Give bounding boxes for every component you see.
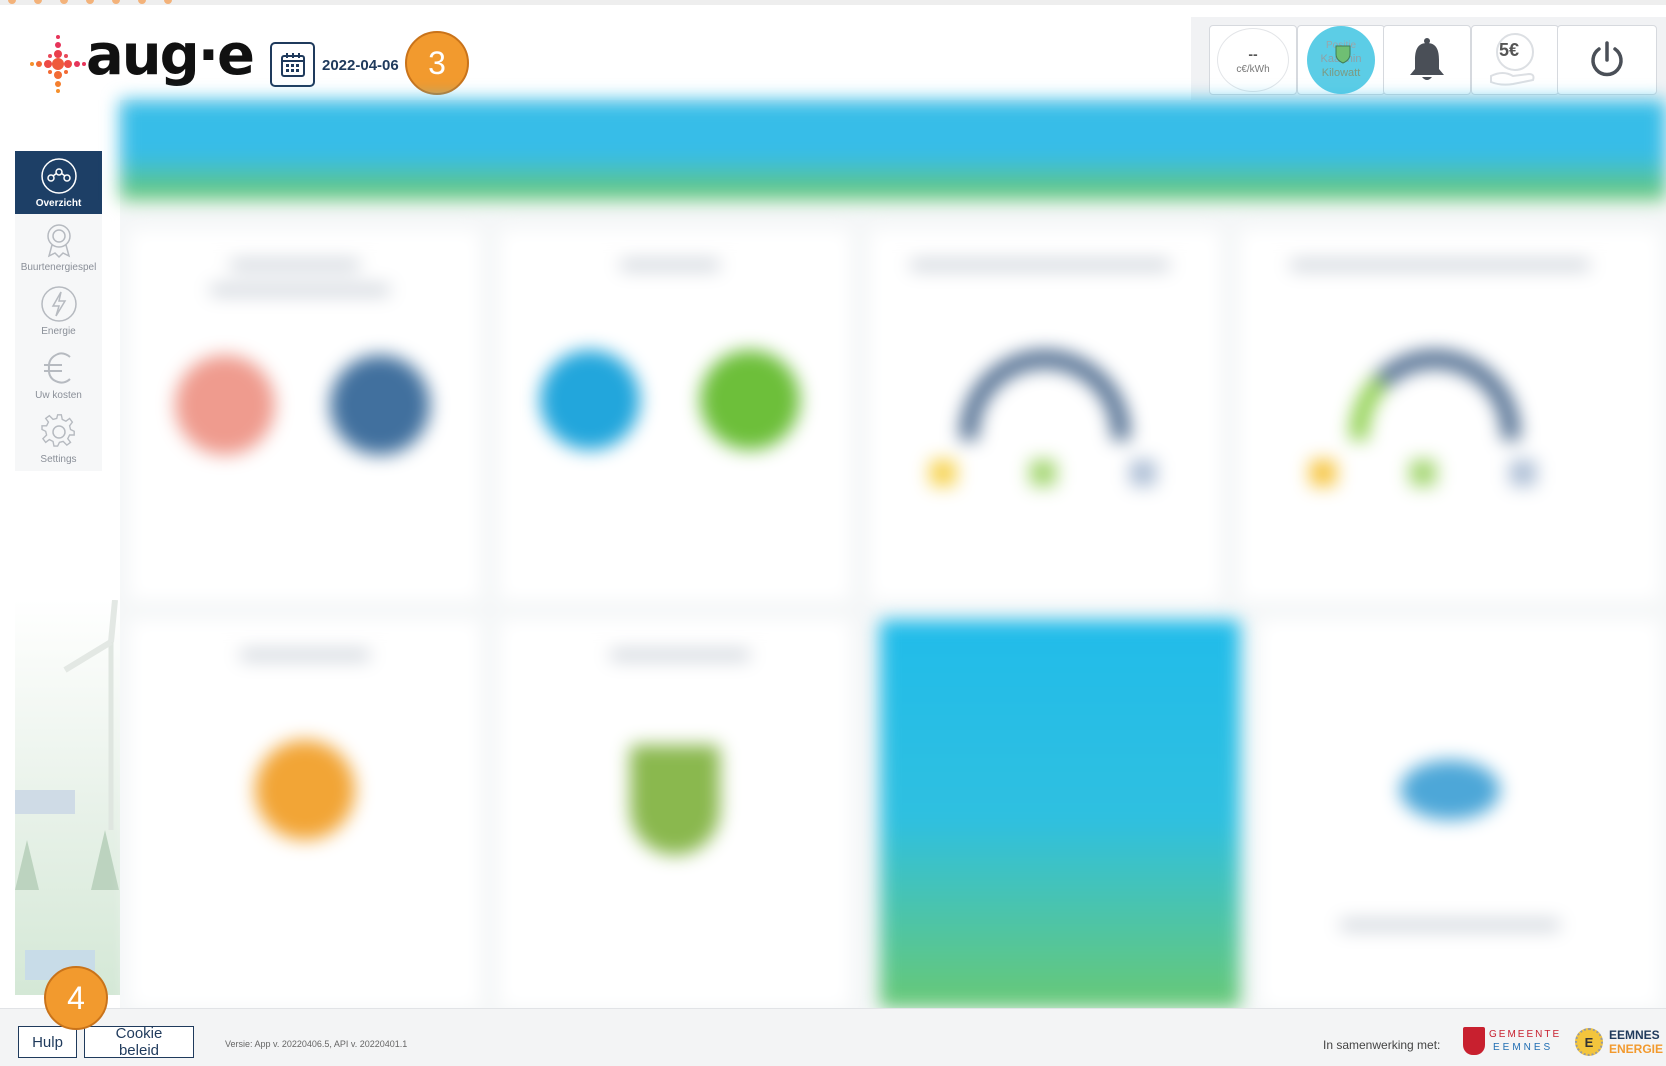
dashboard-card [1260, 620, 1660, 1008]
brand-logo[interactable]: aug·e [28, 23, 255, 97]
sidebar-item-buurtenergiespel[interactable]: Buurtenergiespel [15, 215, 102, 278]
version-info: Versie: App v. 20220406.5, API v. 202204… [225, 1039, 408, 1049]
header-actions: -- c€/kWh Positie Kaa-thin Kilowatt [1191, 17, 1666, 103]
notifications-button[interactable] [1383, 25, 1471, 95]
annotation-marker-3: 3 [405, 31, 469, 95]
euro-icon [40, 349, 78, 387]
sidebar-item-overzicht[interactable]: Overzicht [15, 151, 102, 214]
calendar-button[interactable] [270, 42, 315, 87]
gear-icon [40, 413, 78, 451]
app-root: aug·e 2022-04-06 -- c€/kWh Kilowatt 5€ 3… [0, 0, 1666, 1066]
dashboard-card [870, 230, 1220, 600]
header: aug·e 2022-04-06 -- c€/kWh Kilowatt 5€ [0, 5, 1666, 103]
calendar-icon [280, 52, 305, 77]
sidebar-item-label: Energie [41, 326, 76, 337]
dashboard-card [1240, 230, 1660, 600]
position-button[interactable]: Positie Kaa-thin Kilowatt [1297, 25, 1385, 95]
sidebar-item-uw-kosten[interactable]: Uw kosten [15, 343, 102, 406]
cost-indicator: 5€ [1485, 30, 1545, 90]
sidebar-item-label: Uw kosten [35, 390, 82, 401]
price-button[interactable]: -- c€/kWh [1209, 25, 1297, 95]
cost-value: 5€ [1499, 40, 1520, 60]
dashboard-card [500, 230, 850, 600]
eemnes-line2: ENERGIE [1609, 1042, 1664, 1056]
power-icon [1591, 41, 1623, 77]
coat-of-arms-icon [1463, 1027, 1485, 1055]
lightning-icon [40, 285, 78, 323]
top-strip-dots [8, 0, 172, 4]
selected-date: 2022-04-06 [322, 57, 399, 74]
position-badge: Positie Kaa-thin Kilowatt [1307, 26, 1375, 94]
brand-name: aug·e [86, 23, 255, 88]
brand-logo-mark [30, 35, 86, 93]
bell-icon [1410, 38, 1444, 80]
sidebar: Overzicht Buurtenergiespel Energie Uw ko… [15, 151, 102, 471]
shield-icon [1335, 45, 1351, 64]
overview-icon [40, 157, 78, 195]
logout-button[interactable] [1557, 25, 1657, 95]
dashboard-card [130, 620, 480, 1008]
gemeente-eemnes-logo[interactable]: GEMEENTE EEMNES [1463, 1025, 1559, 1061]
price-unit: c€/kWh [1236, 63, 1270, 75]
collaboration-label: In samenwerking met: [1323, 1038, 1441, 1052]
cookie-policy-button[interactable]: Cookie beleid [84, 1025, 194, 1059]
help-button[interactable]: Hulp [18, 1026, 77, 1058]
medal-icon [40, 221, 78, 259]
sidebar-item-settings[interactable]: Settings [15, 407, 102, 470]
landscape-illustration [15, 599, 120, 995]
sidebar-item-label: Settings [40, 454, 77, 465]
eemnes-energie-mark: E [1575, 1028, 1603, 1056]
eemnes-energie-logo[interactable]: E EEMNES ENERGIE [1573, 1025, 1666, 1061]
price-value: -- [1248, 45, 1258, 62]
sidebar-item-label: Overzicht [35, 198, 82, 209]
info-banner [120, 100, 1666, 200]
sidebar-item-energie[interactable]: Energie [15, 279, 102, 342]
eemnes-line1: EEMNES [1609, 1028, 1660, 1042]
dashboard-card [880, 620, 1240, 1008]
gemeente-line2: EEMNES [1493, 1042, 1554, 1053]
footer: Hulp Cookie beleid [0, 1008, 1666, 1066]
cost-button[interactable]: 5€ [1471, 25, 1559, 95]
sidebar-item-label: Buurtenergiespel [20, 262, 97, 273]
annotation-marker-4: 4 [44, 966, 108, 1030]
dashboard-area [120, 100, 1666, 1008]
dashboard-card [500, 620, 850, 1008]
dashboard-card [130, 230, 480, 600]
blurred-dashboard [120, 100, 1666, 1008]
position-team: Kilowatt [1321, 67, 1361, 79]
price-indicator: -- c€/kWh [1217, 28, 1289, 92]
gemeente-line1: GEMEENTE [1489, 1029, 1562, 1040]
